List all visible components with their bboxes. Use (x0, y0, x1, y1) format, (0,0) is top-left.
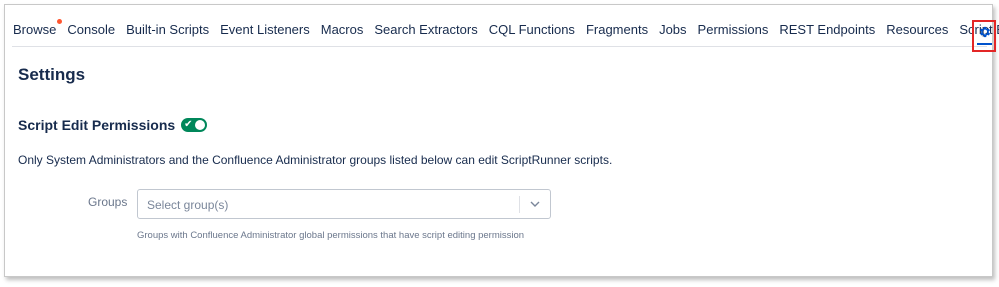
nav-label: CQL Functions (488, 22, 575, 37)
nav-label: Built-in Scripts (126, 22, 210, 37)
toggle-knob (195, 120, 206, 130)
check-icon: ✔ (184, 119, 193, 130)
nav-label: Search Extractors (374, 22, 478, 37)
nav-label: Macros (320, 22, 364, 37)
nav-built-in-scripts[interactable]: Built-in Scripts (126, 16, 209, 37)
nav-resources[interactable]: Resources (886, 16, 948, 37)
nav-label: Jobs (659, 22, 687, 37)
nav-rest-endpoints[interactable]: REST Endpoints (779, 16, 875, 37)
page-title: Settings (18, 65, 86, 84)
section-description: Only System Administrators and the Confl… (18, 153, 613, 167)
nav-cql-functions[interactable]: CQL Functions (489, 16, 575, 37)
nav-label: Resources (886, 22, 949, 37)
nav-label: Browse (13, 22, 57, 37)
groups-label: Groups (88, 195, 128, 209)
nav-permissions[interactable]: Permissions (698, 16, 769, 37)
nav-jobs[interactable]: Jobs (659, 16, 686, 37)
nav-label: Fragments (585, 22, 649, 37)
select-separator (519, 196, 520, 213)
notification-dot (57, 19, 63, 24)
nav-search-extractors[interactable]: Search Extractors (374, 16, 477, 37)
active-tab-indicator (977, 43, 992, 45)
gear-icon (979, 26, 991, 38)
nav-label: Permissions (697, 22, 769, 37)
script-edit-permissions-toggle[interactable]: ✔ (181, 118, 208, 132)
groups-select-placeholder: Select group(s) (147, 198, 229, 212)
section-title: Script Edit Permissions (18, 117, 176, 133)
nav-label: Console (67, 22, 116, 37)
groups-select[interactable]: Select group(s) (137, 189, 551, 219)
settings-tab[interactable] (972, 20, 996, 52)
nav-macros[interactable]: Macros (321, 16, 364, 37)
nav-console[interactable]: Console (67, 16, 115, 37)
nav-label: REST Endpoints (779, 22, 876, 37)
nav-event-listeners[interactable]: Event Listeners (220, 16, 310, 37)
nav-browse[interactable]: Browse (13, 16, 63, 37)
chevron-down-icon[interactable] (529, 199, 541, 209)
nav-label: Event Listeners (220, 22, 310, 37)
nav-fragments[interactable]: Fragments (586, 16, 648, 37)
section-header: Script Edit Permissions ✔ (18, 117, 208, 133)
top-nav: Browse Console Built-in Scripts Event Li… (12, 16, 999, 52)
groups-helper-text: Groups with Confluence Administrator glo… (137, 230, 525, 241)
